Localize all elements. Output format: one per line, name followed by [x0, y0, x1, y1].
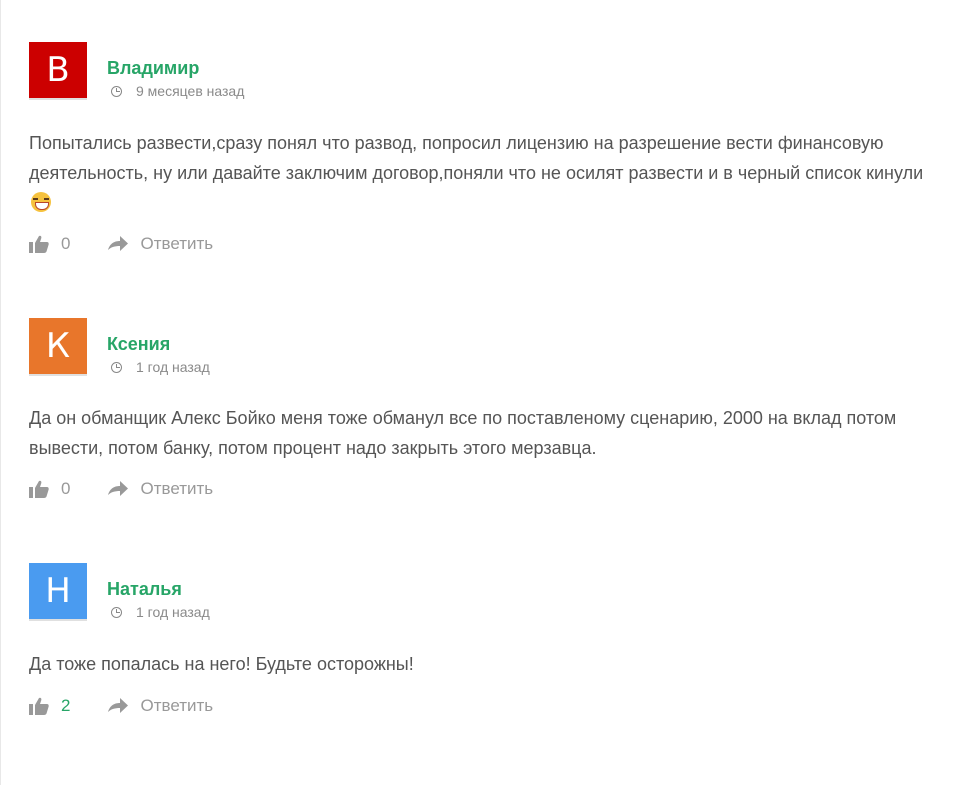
- avatar[interactable]: В: [29, 42, 87, 98]
- comment-header: Н Наталья 1 год назад: [29, 563, 949, 621]
- thumbs-up-icon: [29, 480, 49, 498]
- comment-time[interactable]: 1 год назад: [136, 604, 210, 620]
- comment-text: Да он обманщик Алекс Бойко меня тоже обм…: [29, 408, 897, 458]
- comment-actions: 0 Ответить: [29, 234, 949, 254]
- author-name[interactable]: Наталья: [107, 579, 182, 600]
- comment-meta: 1 год назад: [111, 604, 210, 620]
- clock-icon: [111, 85, 122, 97]
- author-name[interactable]: Владимир: [107, 58, 199, 79]
- reply-arrow-icon: [108, 481, 129, 496]
- comment-header: В Владимир 9 месяцев назад: [29, 42, 949, 100]
- comment-text-content: Попытались развести,сразу понял что разв…: [29, 133, 924, 183]
- reply-button[interactable]: Ответить: [108, 234, 213, 254]
- comment-actions: 2 Ответить: [29, 696, 949, 716]
- like-button[interactable]: 2: [29, 696, 70, 716]
- avatar[interactable]: Н: [29, 563, 87, 619]
- like-count: 2: [61, 696, 71, 715]
- like-count: 0: [61, 479, 71, 498]
- reply-arrow-icon: [108, 236, 129, 251]
- comment-item: Н Наталья 1 год назад Да тоже попалась н…: [29, 563, 949, 716]
- comment-item: К Ксения 1 год назад Да он обманщик Алек…: [29, 318, 949, 499]
- left-border-line: [0, 0, 1, 785]
- comment-item: В Владимир 9 месяцев назад Попытались ра…: [29, 42, 949, 254]
- comment-text: Да тоже попалась на него! Будьте осторож…: [29, 654, 414, 674]
- clock-icon: [111, 606, 122, 618]
- reply-label: Ответить: [140, 479, 214, 498]
- thumbs-up-icon: [29, 697, 49, 715]
- comment-actions: 0 Ответить: [29, 479, 949, 499]
- reply-label: Ответить: [140, 696, 214, 715]
- reply-label: Ответить: [140, 234, 214, 253]
- thumbs-up-icon: [29, 235, 49, 253]
- avatar[interactable]: К: [29, 318, 87, 374]
- like-count: 0: [61, 234, 71, 253]
- reply-button[interactable]: Ответить: [108, 696, 213, 716]
- reply-arrow-icon: [108, 698, 129, 713]
- reply-button[interactable]: Ответить: [108, 479, 213, 499]
- comment-time[interactable]: 9 месяцев назад: [136, 83, 244, 99]
- like-button[interactable]: 0: [29, 234, 70, 254]
- laughing-emoji-icon: [31, 192, 51, 212]
- comment-text: Попытались развести,сразу понял что разв…: [29, 128, 949, 218]
- comment-time[interactable]: 1 год назад: [136, 359, 210, 375]
- comment-header: К Ксения 1 год назад: [29, 318, 949, 376]
- author-name[interactable]: Ксения: [107, 334, 170, 355]
- comment-meta: 9 месяцев назад: [111, 83, 244, 99]
- like-button[interactable]: 0: [29, 479, 70, 499]
- clock-icon: [111, 361, 122, 373]
- comment-meta: 1 год назад: [111, 359, 210, 375]
